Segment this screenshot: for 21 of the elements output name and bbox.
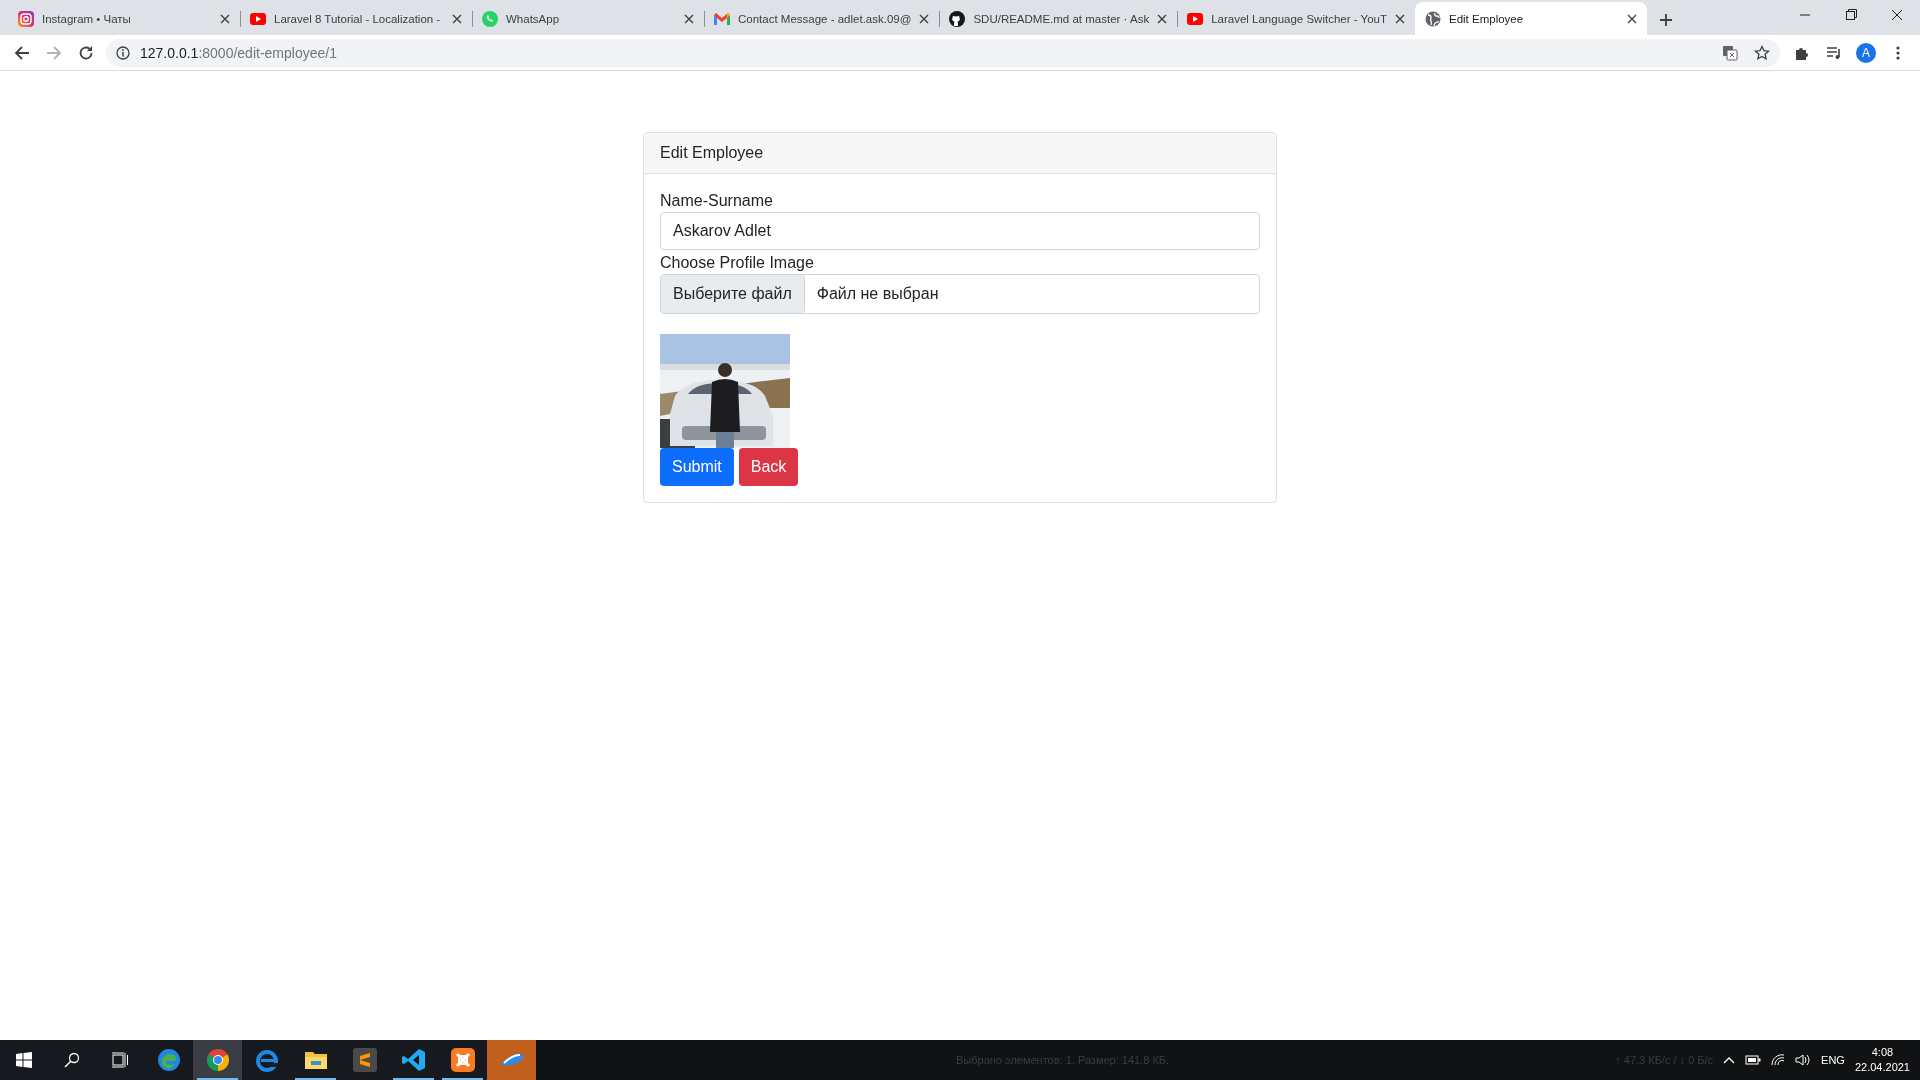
field-label: Name-Surname [660, 191, 774, 211]
card-title: Edit Employee [660, 144, 764, 162]
language-indicator[interactable]: ENG [1821, 1054, 1845, 1066]
address-bar[interactable]: 127.0.0.1:8000/edit-employee/1 [106, 38, 1780, 67]
submit-button[interactable]: Submit [660, 448, 734, 486]
back-button[interactable]: Back [738, 448, 799, 486]
browser-tab[interactable]: Contact Message - adlet.ask.09@ [704, 2, 940, 35]
file-field[interactable]: Выберите файл Файл не выбран [660, 274, 1260, 314]
url-text: 127.0.0.1:8000/edit-employee/1 [140, 44, 337, 61]
browser-tab[interactable]: SDU/README.md at master · Ask [939, 2, 1178, 35]
browser-tab[interactable]: Laravel Language Switcher - YouT [1177, 2, 1415, 35]
name-field[interactable]: Askarov Adlet [660, 212, 1260, 250]
browser-tab[interactable]: Instagram • Чаты [8, 2, 240, 35]
file-status: Файл не выбран [815, 284, 940, 304]
profile-avatar[interactable]: A [1856, 42, 1876, 63]
clock[interactable]: 4:08 22.04.2021 [1854, 1045, 1910, 1075]
browser-tab[interactable]: WhatsApp [472, 2, 704, 35]
field-label: Choose Profile Image [660, 253, 815, 273]
choose-file-button[interactable]: Выберите файл [661, 275, 805, 313]
browser-tab[interactable]: Edit Employee [1414, 2, 1647, 35]
browser-tab[interactable]: Laravel 8 Tutorial - Localization - [240, 2, 472, 35]
